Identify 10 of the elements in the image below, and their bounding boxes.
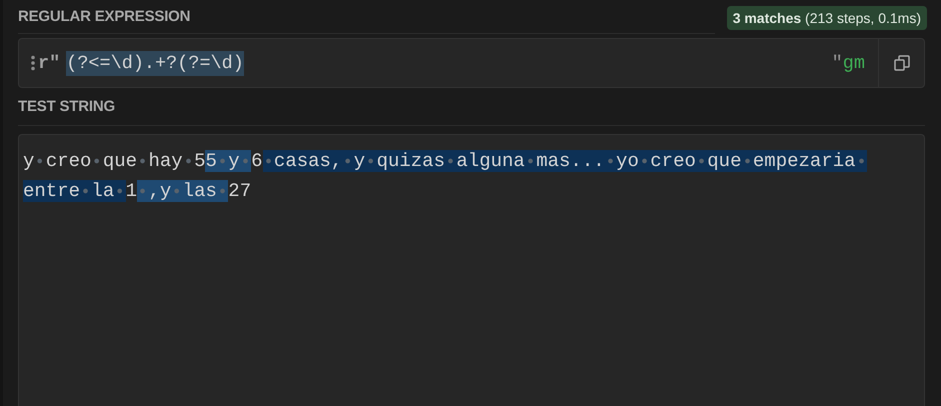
test-text: 27 <box>228 180 252 202</box>
section-title: TEST STRING <box>18 98 115 114</box>
match-highlight: 5 y <box>205 150 252 172</box>
test-text: 1 <box>126 180 138 202</box>
test-text: 6 <box>251 150 263 172</box>
match-highlight: ,y las <box>137 180 228 202</box>
test-string-field[interactable]: y creo que hay 55 y 6 casas, y quizas alguna mas... yo creo que empezaria entre la 1 ,y las 27 <box>19 135 924 406</box>
test-text: y creo que hay 5 <box>23 150 206 172</box>
match-info-badge: 3 matches (213 steps, 0.1ms) <box>726 6 927 30</box>
section-title: REGULAR EXPRESSION <box>18 8 190 24</box>
